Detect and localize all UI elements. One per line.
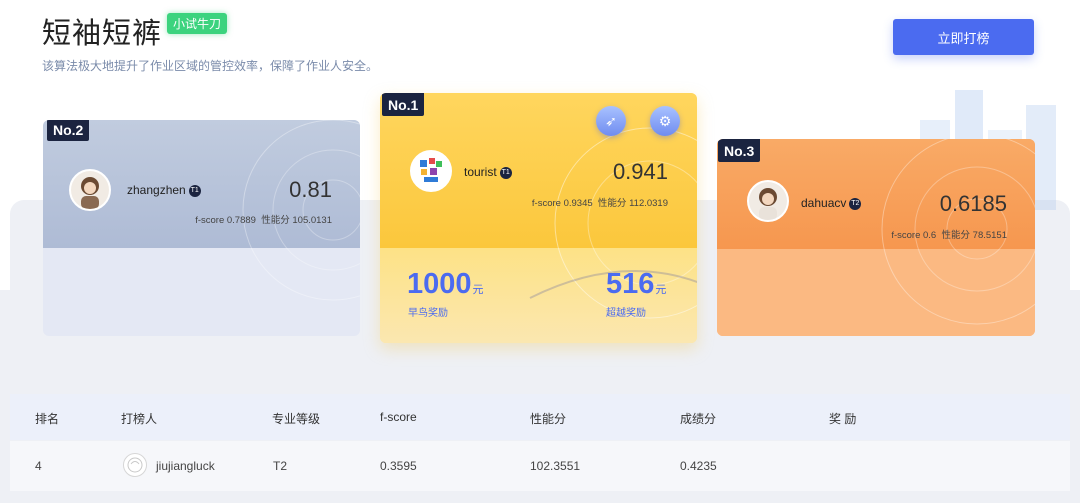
avatar[interactable] bbox=[69, 169, 111, 211]
podium-card-third: No.3 dahuacv T2 0.6185 f-score 0.6 性能分 78… bbox=[717, 139, 1035, 336]
cell-perf: 102.3551 bbox=[530, 459, 581, 473]
submit-ranking-button[interactable]: 立即打榜 bbox=[893, 19, 1034, 55]
page-title: 短袖短裤 bbox=[42, 18, 163, 50]
perf-value: 78.5151 bbox=[972, 230, 1007, 241]
table-header: 排名 打榜人 专业等级 f-score 性能分 成绩分 奖 励 bbox=[10, 394, 1070, 440]
avatar[interactable] bbox=[123, 453, 147, 477]
score-details: f-score 0.9345 性能分 112.0319 bbox=[532, 195, 668, 209]
user-avatar-icon bbox=[127, 457, 143, 473]
podium-card-first: No.1 ➶ ⚙ tourist T1 0.941 f-score 0.9345 … bbox=[380, 93, 697, 343]
radar-decoration-icon bbox=[242, 120, 360, 301]
cell-rank: 4 bbox=[35, 459, 42, 473]
table-row[interactable]: 4 jiujiangluck T2 0.3595 102.3551 0.4235 bbox=[10, 441, 1070, 491]
perf-value: 112.0319 bbox=[629, 198, 668, 209]
fscore-label: f-score bbox=[891, 230, 921, 241]
column-header-grade: 成绩分 bbox=[680, 412, 717, 426]
perf-value: 105.0131 bbox=[292, 215, 332, 226]
cell-level: T2 bbox=[273, 459, 288, 473]
rank-badge: No.1 bbox=[382, 93, 425, 116]
username[interactable]: dahuacv T2 bbox=[801, 196, 862, 210]
column-header-rank: 排名 bbox=[35, 412, 60, 426]
level-badge: T1 bbox=[188, 184, 201, 197]
column-header-reward: 奖 励 bbox=[829, 412, 857, 426]
podium-card-second: No.2 zhangzhen T1 0.81 f-score 0.7889 性能分… bbox=[43, 120, 360, 336]
early-reward-unit: 元 bbox=[472, 284, 484, 296]
page-description: 该算法极大地提升了作业区域的管控效率，保障了作业人安全。 bbox=[42, 59, 379, 73]
early-reward-value: 1000 bbox=[407, 268, 472, 300]
user-avatar-icon bbox=[749, 182, 787, 220]
username-text[interactable]: dahuacv bbox=[801, 196, 846, 210]
total-score: 0.941 bbox=[612, 159, 668, 184]
beyond-reward-value: 516 bbox=[606, 268, 655, 300]
fscore-value: 0.9345 bbox=[563, 198, 593, 209]
beyond-reward-unit: 元 bbox=[655, 284, 667, 296]
bird-icon[interactable]: ➶ bbox=[596, 106, 626, 136]
avatar[interactable] bbox=[410, 150, 452, 192]
username[interactable]: zhangzhen T1 bbox=[127, 183, 201, 197]
perf-label: 性能分 bbox=[597, 198, 627, 209]
cell-fscore: 0.3595 bbox=[380, 459, 417, 473]
beyond-reward-label: 超越奖励 bbox=[606, 308, 646, 319]
early-reward-label: 早鸟奖励 bbox=[408, 308, 448, 319]
user-avatar-icon bbox=[71, 171, 109, 209]
fscore-label: f-score bbox=[531, 198, 561, 209]
fscore-label: f-score bbox=[195, 215, 225, 226]
column-header-perf: 性能分 bbox=[530, 412, 567, 426]
score-details: f-score 0.7889 性能分 105.0131 bbox=[195, 212, 332, 226]
total-score: 0.81 bbox=[289, 177, 332, 202]
score-details: f-score 0.6 性能分 78.5151 bbox=[891, 227, 1007, 241]
cell-user[interactable]: jiujiangluck bbox=[156, 459, 215, 473]
total-score: 0.6185 bbox=[939, 191, 1007, 216]
early-reward-amount: 1000元 bbox=[407, 268, 484, 301]
column-header-user: 打榜人 bbox=[121, 412, 158, 426]
level-badge: T2 bbox=[849, 197, 862, 210]
rank-badge: No.3 bbox=[718, 139, 761, 162]
column-header-fscore: f-score bbox=[380, 410, 417, 424]
difficulty-tag: 小试牛刀 bbox=[167, 13, 228, 34]
perf-label: 性能分 bbox=[941, 230, 971, 241]
column-header-level: 专业等级 bbox=[272, 412, 321, 426]
username-text[interactable]: tourist bbox=[464, 165, 497, 179]
gear-icon[interactable]: ⚙ bbox=[650, 106, 680, 136]
avatar[interactable] bbox=[747, 180, 789, 222]
username[interactable]: tourist T1 bbox=[464, 165, 512, 179]
perf-label: 性能分 bbox=[261, 215, 290, 226]
username-text[interactable]: zhangzhen bbox=[127, 183, 186, 197]
radar-decoration-icon bbox=[529, 127, 697, 319]
fscore-value: 0.6 bbox=[923, 230, 937, 241]
rank-badge: No.2 bbox=[47, 120, 90, 141]
cell-grade: 0.4235 bbox=[680, 459, 717, 473]
beyond-reward-amount: 516元 bbox=[606, 268, 666, 301]
fscore-value: 0.7889 bbox=[226, 215, 256, 226]
level-badge: T1 bbox=[499, 166, 512, 179]
user-avatar-icon bbox=[412, 152, 450, 190]
